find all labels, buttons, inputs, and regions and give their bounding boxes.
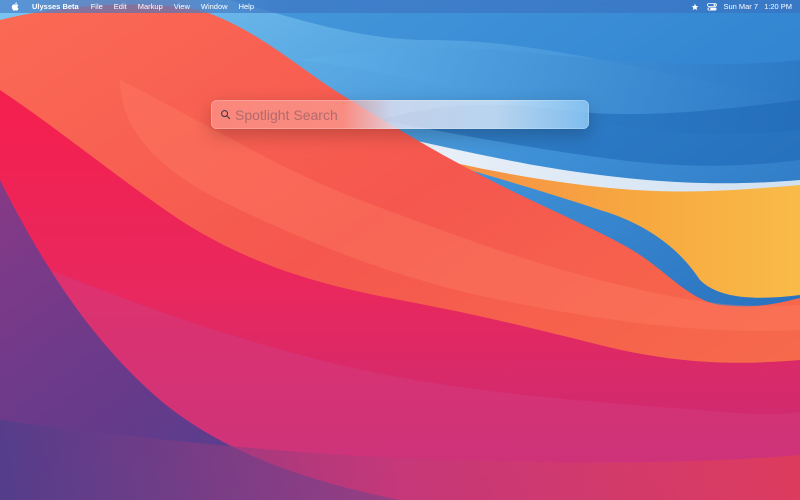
desktop: Ulysses Beta File Edit Markup View Windo… bbox=[0, 0, 800, 500]
menu-bar-left: Ulysses Beta File Edit Markup View Windo… bbox=[0, 0, 265, 13]
apple-logo-icon[interactable] bbox=[10, 2, 19, 12]
menu-help[interactable]: Help bbox=[239, 0, 254, 13]
menu-edit[interactable]: Edit bbox=[114, 0, 127, 13]
menu-bar-right: Sun Mar 7 1:20 PM bbox=[683, 0, 800, 13]
spotlight-search-bar[interactable] bbox=[211, 100, 589, 129]
app-menu-ulysses[interactable]: Ulysses Beta bbox=[32, 0, 79, 13]
menu-markup[interactable]: Markup bbox=[138, 0, 163, 13]
menu-window[interactable]: Window bbox=[201, 0, 228, 13]
control-center-icon[interactable] bbox=[707, 2, 718, 11]
menu-view[interactable]: View bbox=[174, 0, 190, 13]
search-icon bbox=[219, 109, 231, 121]
desktop-wallpaper bbox=[0, 0, 800, 500]
spotlight-search-input[interactable] bbox=[235, 100, 589, 129]
menu-bar-date[interactable]: Sun Mar 7 bbox=[723, 0, 758, 13]
star-icon[interactable] bbox=[691, 3, 699, 11]
menu-bar-time[interactable]: 1:20 PM bbox=[764, 0, 792, 13]
menu-bar: Ulysses Beta File Edit Markup View Windo… bbox=[0, 0, 800, 13]
menu-file[interactable]: File bbox=[91, 0, 103, 13]
